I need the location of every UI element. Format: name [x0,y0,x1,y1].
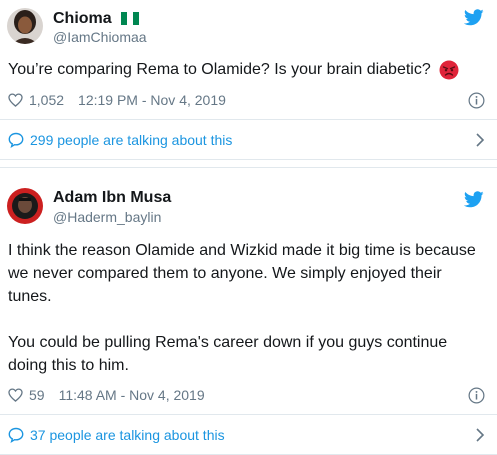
divider [0,414,497,415]
tweet-text-line: we never compared them to anyone. We sim… [8,265,442,282]
heart-icon[interactable] [8,93,23,107]
heart-icon[interactable] [8,388,23,402]
twitter-bird-icon[interactable] [464,9,484,26]
timestamp-link[interactable]: 12:19 PM - Nov 4, 2019 [78,92,226,108]
conversation-link[interactable]: 37 people are talking about this [8,427,225,443]
avatar-photo-icon [7,8,43,44]
tweet-meta: 59 11:48 AM - Nov 4, 2019 [8,387,205,403]
info-icon[interactable] [468,387,485,404]
conversation-count: 299 people are talking about this [30,132,233,148]
conversation-count: 37 people are talking about this [30,427,225,443]
user-handle[interactable]: @IamChiomaa [53,29,147,45]
nigeria-flag-emoji [121,12,140,26]
avatar[interactable] [7,8,43,44]
tweet-text-line: tunes. [8,288,52,305]
divider [0,119,497,120]
user-handle[interactable]: @Haderm_baylin [53,209,161,225]
twitter-bird-icon[interactable] [464,191,484,208]
tweet-text: You’re comparing Rema to Olamide? Is you… [8,58,487,81]
tweet-text-line: I think the reason Olamide and Wizkid ma… [8,242,476,259]
speech-bubble-icon [8,427,24,443]
tweet-card[interactable]: Adam Ibn Musa @Haderm_baylin I think the… [0,167,497,455]
speech-bubble-icon [8,132,24,148]
chevron-right-icon[interactable] [475,133,485,147]
display-name-text: Chioma [53,10,112,27]
tweet-text: I think the reason Olamide and Wizkid ma… [8,239,487,377]
like-count[interactable]: 59 [29,387,45,403]
timestamp-link[interactable]: 11:48 AM - Nov 4, 2019 [59,387,205,403]
display-name[interactable]: Adam Ibn Musa [53,189,171,207]
tweet-text-content: You’re comparing Rema to Olamide? Is you… [8,61,431,78]
tweet-card[interactable]: Chioma @IamChiomaa You’re comparing Rema… [0,0,497,160]
tweet-meta: 1,052 12:19 PM - Nov 4, 2019 [8,92,226,108]
angry-face-emoji [439,60,459,80]
tweet-text-line: You could be pulling Rema's career down … [8,334,448,351]
avatar[interactable] [7,188,43,224]
conversation-link[interactable]: 299 people are talking about this [8,132,232,148]
info-icon[interactable] [468,92,485,109]
avatar-photo-icon [7,188,43,224]
tweet-text-line: doing this to him. [8,357,129,374]
like-count[interactable]: 1,052 [29,92,64,108]
chevron-right-icon[interactable] [475,428,485,442]
display-name[interactable]: Chioma [53,10,140,28]
